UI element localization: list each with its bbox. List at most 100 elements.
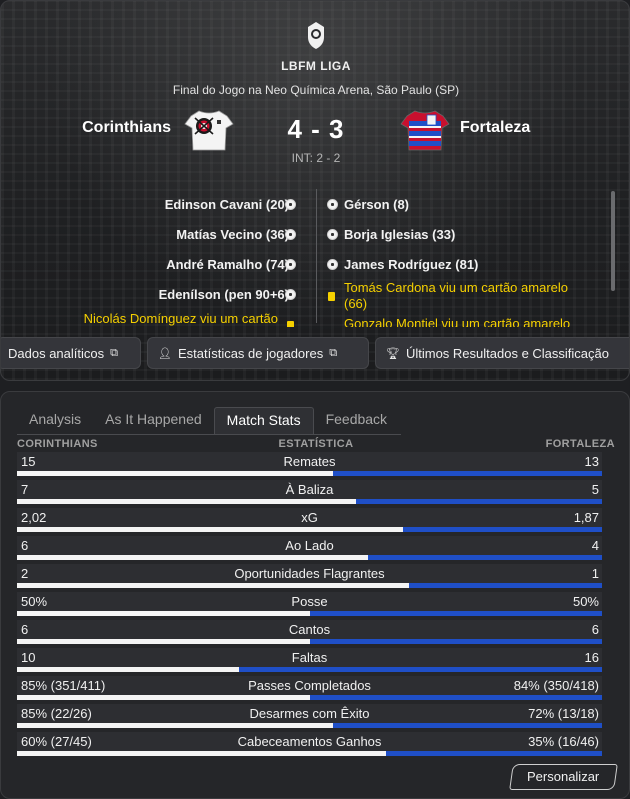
goal-ball-icon: [327, 199, 338, 210]
stat-home-bar: [17, 639, 310, 644]
events-scrollbar[interactable]: [611, 191, 615, 291]
goal-ball-icon: [285, 199, 296, 210]
league-name: LBFM LIGA: [281, 59, 351, 73]
stat-home-bar: [17, 695, 310, 700]
events-overflow-clip: Nicolás Domínguez viu um cartão Gonzalo …: [1, 313, 629, 327]
results-button[interactable]: 🏆︎ Últimos Resultados e Classificação: [375, 337, 629, 369]
away-card-event: Tomás Cardona viu um cartão amarelo (66): [344, 280, 568, 312]
stat-row: 85% (351/411) Passes Completados 84% (350/…: [17, 676, 602, 700]
stat-home-bar: [17, 723, 333, 728]
stat-away-value: 35% (16/46): [528, 734, 599, 749]
stat-label: xG: [301, 510, 318, 525]
stat-label: À Baliza: [285, 482, 334, 497]
final-score: 4 - 3: [287, 114, 345, 144]
stat-row: 50% Posse 50%: [17, 592, 602, 616]
stat-home-bar: [17, 471, 333, 476]
away-card-text: Tomás Cardona viu um cartão amarelo: [344, 280, 568, 295]
away-goal-event: James Rodríguez (81): [344, 257, 479, 272]
goal-ball-icon: [285, 289, 296, 300]
stat-label: Desarmes com Êxito: [249, 706, 370, 721]
away-card-minute: (66): [344, 296, 368, 311]
stat-away-bar: [356, 499, 602, 504]
events-divider: [316, 189, 317, 323]
stat-column-header: ESTATÍSTICA: [278, 438, 354, 450]
stat-home-bar: [17, 527, 403, 532]
stat-row: 7À Baliza 5: [17, 480, 602, 504]
stat-away-bar: [403, 527, 602, 532]
stat-away-bar: [409, 583, 602, 588]
player-stats-button[interactable]: 👤︎ Estatísticas de jogadores ⧉: [147, 337, 369, 369]
stat-row: 6 Cantos 6: [17, 620, 602, 644]
stat-away-value: 1: [591, 566, 599, 581]
home-goal-event: André Ramalho (74): [166, 257, 289, 272]
league-logo-icon: [308, 22, 324, 49]
half-time-score: INT: 2 - 2: [291, 151, 341, 165]
stat-row: 6 Ao Lado 4: [17, 536, 602, 560]
yellow-card-icon: [287, 321, 294, 327]
tab-analysis[interactable]: Analysis: [17, 407, 93, 435]
stat-label: Cantos: [288, 622, 331, 637]
tab-as-it-happened[interactable]: As It Happened: [93, 407, 214, 435]
stat-away-value: 50%: [572, 594, 599, 609]
stat-home-bar: [17, 751, 386, 756]
stat-label: Remates: [283, 454, 336, 469]
stat-away-bar: [333, 471, 602, 476]
trophy-icon: 🏆︎: [386, 347, 400, 360]
stat-label: Posse: [291, 594, 328, 609]
match-header-panel: LBFM LIGA Final do Jogo na Neo Química A…: [0, 0, 630, 381]
stat-home-bar: [17, 667, 239, 672]
home-goal-event: Edinson Cavani (20): [164, 197, 289, 212]
stat-home-bar: [17, 583, 409, 588]
stat-row: 85% (22/26) Desarmes com Êxito 72% (13/18): [17, 704, 602, 728]
stat-away-bar: [333, 723, 602, 728]
stat-row: 60% (27/45) Cabeceamentos Ganhos 35% (16/4…: [17, 732, 602, 756]
goal-ball-icon: [285, 259, 296, 270]
personalize-button-label: Personalizar: [527, 769, 600, 784]
results-button-label: Últimos Resultados e Classificação: [405, 345, 609, 361]
external-link-icon: ⧉: [110, 346, 118, 359]
stat-away-value: 72% (13/18): [528, 706, 599, 721]
stat-away-bar: [386, 751, 602, 756]
home-card-event: Nicolás Domínguez viu um cartão: [83, 313, 278, 326]
away-team-name[interactable]: Fortaleza: [460, 119, 530, 137]
stat-away-value: 16: [584, 650, 599, 665]
goal-ball-icon: [327, 229, 338, 240]
away-card-event: Gonzalo Montiel viu um cartão amarelo: [344, 316, 571, 327]
stat-label: Ao Lado: [285, 538, 334, 553]
personalize-button[interactable]: Personalizar: [509, 764, 618, 790]
person-icon: 👤︎: [158, 347, 172, 360]
stat-away-value: 4: [591, 538, 599, 553]
venue-text: Final do Jogo na Neo Química Arena, São …: [172, 83, 460, 97]
stat-row: 2 Oportunidades Flagrantes 1: [17, 564, 602, 588]
stat-home-bar: [17, 499, 356, 504]
stat-row: 15 Remates 13: [17, 452, 602, 476]
stat-home-bar: [17, 555, 368, 560]
tab-feedback[interactable]: Feedback: [314, 407, 399, 435]
stat-away-bar: [368, 555, 602, 560]
goal-ball-icon: [285, 229, 296, 240]
away-goal-event: Borja Iglesias (33): [344, 227, 456, 242]
home-goal-event: Edenílson (pen 90+6): [158, 287, 289, 302]
stat-away-value: 13: [584, 454, 599, 469]
stat-away-value: 6: [591, 622, 599, 637]
stat-label: Cabeceamentos Ganhos: [237, 734, 382, 749]
player-stats-button-label: Estatísticas de jogadores: [177, 345, 324, 361]
yellow-card-icon: [328, 292, 335, 301]
stat-away-bar: [310, 695, 602, 700]
stat-home-bar: [17, 611, 310, 616]
away-column-header: FORTALEZA: [545, 438, 615, 450]
stat-label: Oportunidades Flagrantes: [234, 566, 385, 581]
stat-away-bar: [310, 639, 602, 644]
stat-label: Faltas: [291, 650, 328, 665]
away-goal-event: Gérson (8): [344, 197, 410, 212]
analytics-button[interactable]: Dados analíticos ⧉: [1, 337, 141, 369]
tab-match-stats[interactable]: Match Stats: [213, 407, 314, 435]
stats-tabs: Analysis As It Happened Match Stats Feed…: [17, 407, 399, 435]
stat-row: 2,02 xG 1,87: [17, 508, 602, 532]
stat-away-value: 84% (350/418): [513, 678, 599, 693]
stat-away-value: 1,87: [573, 510, 599, 525]
tabs-underline: [17, 434, 401, 435]
analytics-button-label: Dados analíticos: [8, 345, 105, 361]
external-link-icon: ⧉: [329, 346, 338, 359]
match-stats-panel: Analysis As It Happened Match Stats Feed…: [0, 391, 630, 799]
